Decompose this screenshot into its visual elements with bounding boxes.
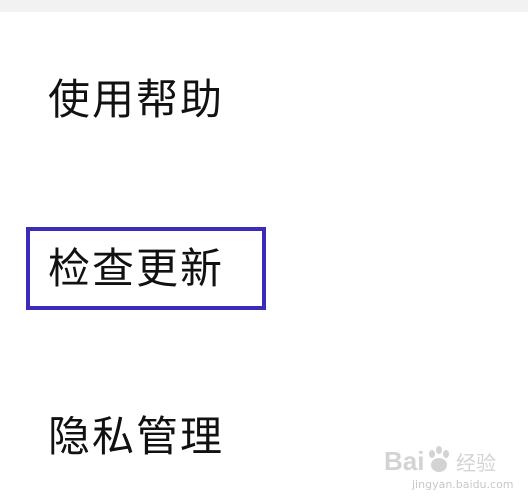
- top-strip: [0, 0, 528, 12]
- baidu-logo-icon: Bai 经验: [384, 446, 496, 476]
- menu-item-label: 使用帮助: [48, 75, 225, 124]
- menu-item-check-update[interactable]: 检查更新: [0, 205, 528, 325]
- baidu-jingyan-watermark: Bai 经验 jingyan.baidu.com: [382, 440, 522, 496]
- menu-item-help[interactable]: 使用帮助: [0, 40, 528, 160]
- menu-item-label: 隐私管理: [48, 412, 225, 461]
- watermark-url: jingyan.baidu.com: [412, 478, 514, 491]
- menu-item-label: 检查更新: [48, 244, 225, 293]
- svg-text:经验: 经验: [456, 451, 496, 475]
- svg-text:Bai: Bai: [384, 446, 424, 476]
